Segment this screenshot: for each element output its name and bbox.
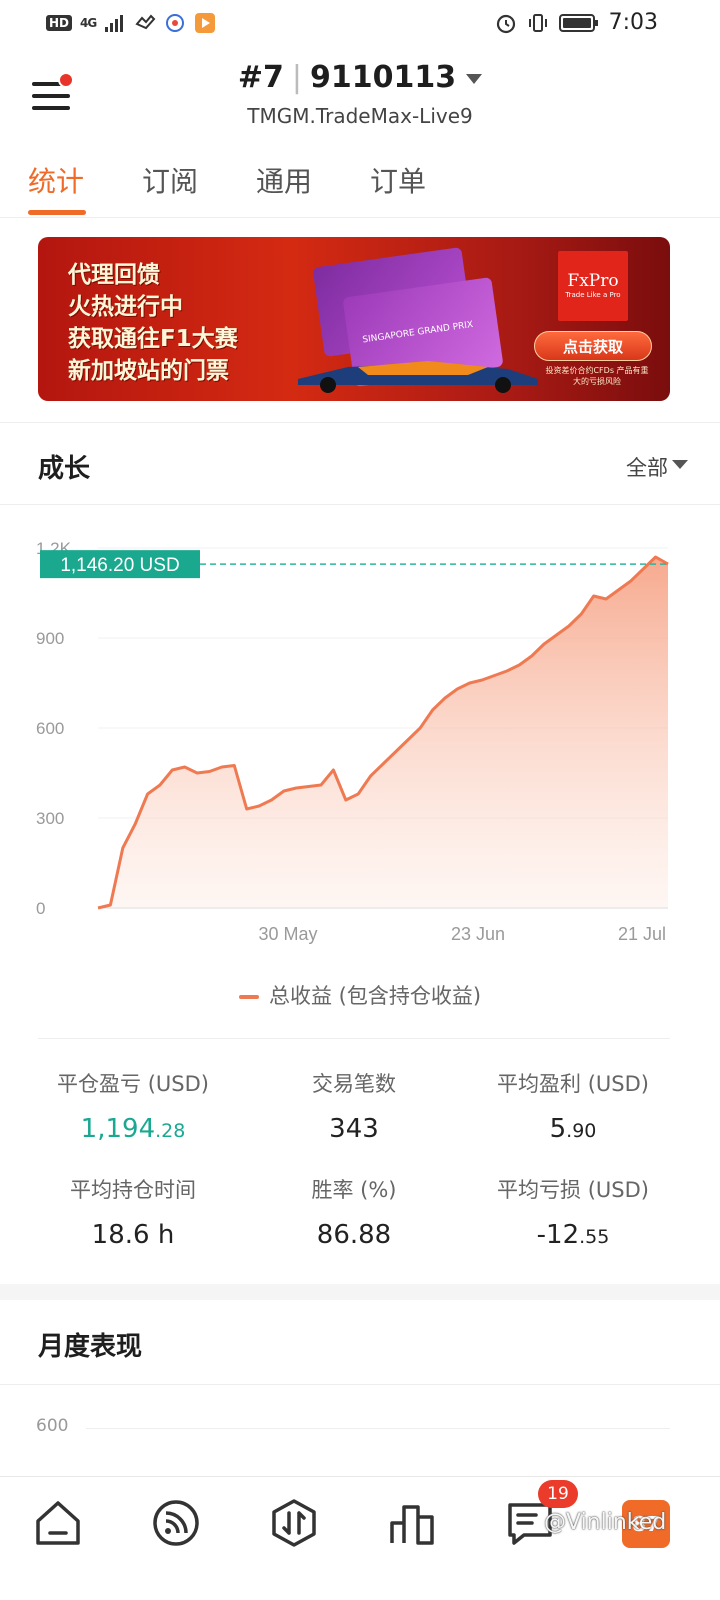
monthly-gridline (86, 1428, 670, 1429)
alarm-icon (496, 14, 515, 33)
promo-banner[interactable]: 代理回馈 火热进行中 获取通往F1大赛 新加坡站的门票 SINGAPORE GR… (38, 237, 670, 401)
battery-icon (558, 13, 598, 32)
fxpro-logo: FxPro Trade Like a Pro (558, 251, 628, 321)
feed-icon[interactable] (150, 1497, 202, 1549)
y-tick-label: 300 (36, 809, 64, 828)
stat-avg-hold-time: 平均持仓时间 18.6 h (70, 1178, 196, 1250)
signal-indicator: 4G (80, 16, 97, 30)
app-notification-icon (166, 14, 185, 32)
monthly-title: 月度表现 (38, 1332, 143, 1362)
home-icon[interactable] (32, 1497, 84, 1549)
divider (38, 1038, 670, 1039)
y-tick-label: 900 (36, 629, 64, 648)
chevron-down-icon (466, 73, 483, 84)
hd-indicator: HD (46, 15, 73, 31)
legend-label: 总收益 (包含持仓收益) (268, 984, 482, 1008)
account-selector[interactable]: #7 | 9110113 (0, 60, 720, 95)
bottom-navigation (0, 1476, 720, 1600)
account-prefix: #7 (237, 60, 284, 95)
signal-bars-icon (105, 15, 124, 32)
growth-title: 成长 (38, 454, 91, 484)
growth-chart[interactable]: 03006009001.2K30 May 23 Jun 21 Jul1,146.20… (0, 530, 720, 950)
legend-swatch (238, 995, 259, 999)
tab-bar: 统计 订阅 通用 订单 (0, 150, 720, 218)
section-separator (0, 1284, 720, 1300)
clock: 7:03 (608, 10, 658, 35)
stat-closed-pnl: 平仓盈亏 (USD) 1,194.28 (57, 1072, 209, 1144)
chart-legend: 总收益 (包含持仓收益) (0, 980, 720, 1010)
y-tick-label: 600 (36, 719, 64, 738)
risk-warning: 投资差价合约CFDs 产品有重大的亏损风险 (545, 366, 649, 386)
divider (0, 422, 720, 423)
y-tick-label: 0 (36, 899, 45, 918)
claim-button[interactable]: 点击获取 (534, 331, 652, 361)
stat-avg-loss: 平均亏损 (USD) -12.55 (497, 1178, 649, 1250)
range-filter[interactable]: 全部 (626, 452, 668, 482)
monthly-y-tick: 600 (36, 1416, 69, 1436)
banner-headline: 代理回馈 火热进行中 获取通往F1大赛 新加坡站的门票 (68, 262, 238, 384)
active-tab-indicator (28, 210, 86, 215)
ranking-icon[interactable] (386, 1497, 438, 1549)
status-bar: HD 4G 7:03 (0, 0, 720, 50)
race-car-image (298, 361, 538, 393)
tab-statistics[interactable]: 统计 (28, 160, 84, 200)
current-value-label: 1,146.20 USD (60, 555, 179, 576)
x-tick-label: 30 May (258, 924, 317, 944)
trade-icon[interactable] (268, 1497, 320, 1549)
message-badge: 19 (538, 1480, 578, 1508)
stat-win-rate: 胜率 (%) 86.88 (311, 1178, 397, 1250)
tab-subscription[interactable]: 订阅 (142, 160, 198, 200)
video-app-icon (195, 13, 216, 33)
divider (0, 504, 720, 505)
x-tick-label: 23 Jun (451, 924, 505, 944)
app-header: #7 | 9110113 TMGM.TradeMax-Live9 (0, 50, 720, 138)
stat-trade-count: 交易笔数 343 (312, 1072, 396, 1144)
stat-avg-profit: 平均盈利 (USD) 5.90 (497, 1072, 649, 1144)
account-server: TMGM.TradeMax-Live9 (247, 104, 473, 128)
tab-orders[interactable]: 订单 (370, 160, 426, 200)
divider (0, 1384, 720, 1385)
account-number: 9110113 (310, 60, 457, 95)
wifi-icon (135, 14, 156, 30)
chevron-down-icon (672, 460, 688, 469)
watermark: @Vinlinked (544, 1510, 667, 1535)
x-tick-label: 21 Jul (618, 924, 666, 944)
tab-general[interactable]: 通用 (256, 160, 312, 200)
vibrate-icon (528, 13, 547, 32)
